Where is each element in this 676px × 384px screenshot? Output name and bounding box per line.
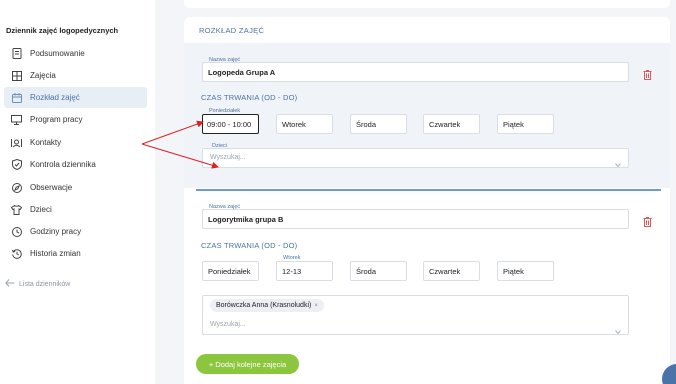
trash-icon[interactable] <box>643 214 652 227</box>
compass-icon <box>11 182 22 193</box>
sidebar-item-label: Zajęcia <box>30 71 56 80</box>
children-select[interactable]: Dzieci Wyszukaj... <box>202 143 629 168</box>
sidebar-item-program-pracy[interactable]: Program pracy <box>4 109 147 130</box>
remove-chip-icon[interactable]: × <box>314 303 318 309</box>
duration-title: CZAS TRWANIA (OD - DO) <box>201 93 298 102</box>
child-chip-label: Borówczka Anna (Krasnoludki) <box>216 302 312 309</box>
monitor-icon <box>11 114 22 125</box>
monday-time-input[interactable]: Poniedziałek 09:00 - 10:00 <box>202 108 259 134</box>
sidebar-item-label: Godziny pracy <box>30 227 82 236</box>
thursday-value: Czwartek <box>429 120 461 129</box>
thursday-time-input[interactable]: Czwartek <box>423 114 480 134</box>
sidebar-item-kontrola-dziennika[interactable]: Kontrola dziennika <box>4 154 147 175</box>
sidebar-item-dzieci[interactable]: Dzieci <box>4 199 147 220</box>
block-divider <box>196 189 661 191</box>
duration-title: CZAS TRWANIA (OD - DO) <box>201 241 298 250</box>
class-name-label: Nazwa zajęć <box>209 204 241 210</box>
history-icon <box>11 248 22 259</box>
back-link-label: Lista dzienników <box>19 280 71 288</box>
trash-icon[interactable] <box>643 67 652 80</box>
sidebar-item-label: Podsumowanie <box>30 49 85 58</box>
wednesday-time-input[interactable]: Środa <box>350 261 407 281</box>
tuesday-value: 12-13 <box>282 267 302 276</box>
thursday-value: Czwartek <box>429 267 461 276</box>
clock-icon <box>11 226 22 237</box>
child-chip[interactable]: Borówczka Anna (Krasnoludki) × <box>210 299 324 312</box>
class-name-value: Logorytmika grupa B <box>208 215 284 224</box>
tuesday-label: Wtorek <box>283 255 301 261</box>
class-name-field[interactable]: Nazwa zajęć Logorytmika grupa B <box>202 204 629 229</box>
monday-value: Poniedziałek <box>208 267 251 276</box>
friday-value: Piątek <box>503 120 524 129</box>
tuesday-time-input[interactable]: Wtorek <box>276 114 333 134</box>
sidebar-item-rozklad-zajec[interactable]: Rozkład zajęć <box>4 87 147 108</box>
tuesday-time-input[interactable]: Wtorek 12-13 <box>276 255 333 281</box>
class-name-value: Logopeda Grupa A <box>208 68 276 77</box>
sidebar: Dziennik zajęć logopedycznych Podsumowan… <box>0 0 155 384</box>
sidebar-item-label: Kontakty <box>30 138 62 147</box>
children-search-placeholder: Wyszukaj... <box>210 321 246 328</box>
sidebar-item-obserwacje[interactable]: Obserwacje <box>4 177 147 198</box>
children-label: Dzieci <box>212 143 227 149</box>
sidebar-item-label: Rozkład zajęć <box>30 93 80 102</box>
friday-time-input[interactable]: Piątek <box>497 261 554 281</box>
thursday-time-input[interactable]: Czwartek <box>423 261 480 281</box>
shirt-icon <box>11 204 22 215</box>
back-to-journals-link[interactable]: Lista dzienników <box>5 279 70 289</box>
sidebar-item-historia-zmian[interactable]: Historia zmian <box>4 243 147 264</box>
sidebar-item-label: Dzieci <box>30 205 52 214</box>
class-name-field[interactable]: Nazwa zajęć Logopeda Grupa A <box>202 57 629 82</box>
add-class-button[interactable]: + Dodaj kolejne zajęcia <box>196 354 299 374</box>
wednesday-value: Środa <box>356 120 377 129</box>
document-icon <box>11 48 22 59</box>
sidebar-item-kontakty[interactable]: Kontakty <box>4 132 147 153</box>
sidebar-item-label: Program pracy <box>30 115 83 124</box>
calendar-icon <box>11 92 22 103</box>
wednesday-value: Środa <box>356 267 377 276</box>
friday-time-input[interactable]: Piątek <box>497 114 554 134</box>
contacts-icon <box>11 137 22 148</box>
monday-label: Poniedziałek <box>209 108 241 114</box>
tuesday-value: Wtorek <box>282 120 306 129</box>
sidebar-item-label: Obserwacje <box>30 183 73 192</box>
chevron-down-icon <box>615 155 621 168</box>
monday-time-input[interactable]: Poniedziałek <box>202 261 259 281</box>
top-card <box>184 0 670 8</box>
section-title: ROZKŁAD ZAJĘĆ <box>199 26 265 35</box>
chevron-down-icon <box>615 322 621 335</box>
monday-value: 09:00 - 10:00 <box>207 120 252 129</box>
back-arrow-icon <box>5 279 15 289</box>
grid-icon <box>11 70 22 81</box>
shield-icon <box>11 159 22 170</box>
wednesday-time-input[interactable]: Środa <box>350 114 407 134</box>
friday-value: Piątek <box>503 267 524 276</box>
class-name-label: Nazwa zajęć <box>209 57 241 63</box>
app-title: Dziennik zajęć logopedycznych <box>6 26 119 35</box>
sidebar-item-label: Historia zmian <box>30 249 81 258</box>
sidebar-item-label: Kontrola dziennika <box>30 160 96 169</box>
sidebar-item-godziny-pracy[interactable]: Godziny pracy <box>4 221 147 242</box>
children-search-placeholder: Wyszukaj... <box>210 154 246 161</box>
sidebar-item-podsumowanie[interactable]: Podsumowanie <box>4 43 147 64</box>
sidebar-item-zajecia[interactable]: Zajęcia <box>4 65 147 86</box>
